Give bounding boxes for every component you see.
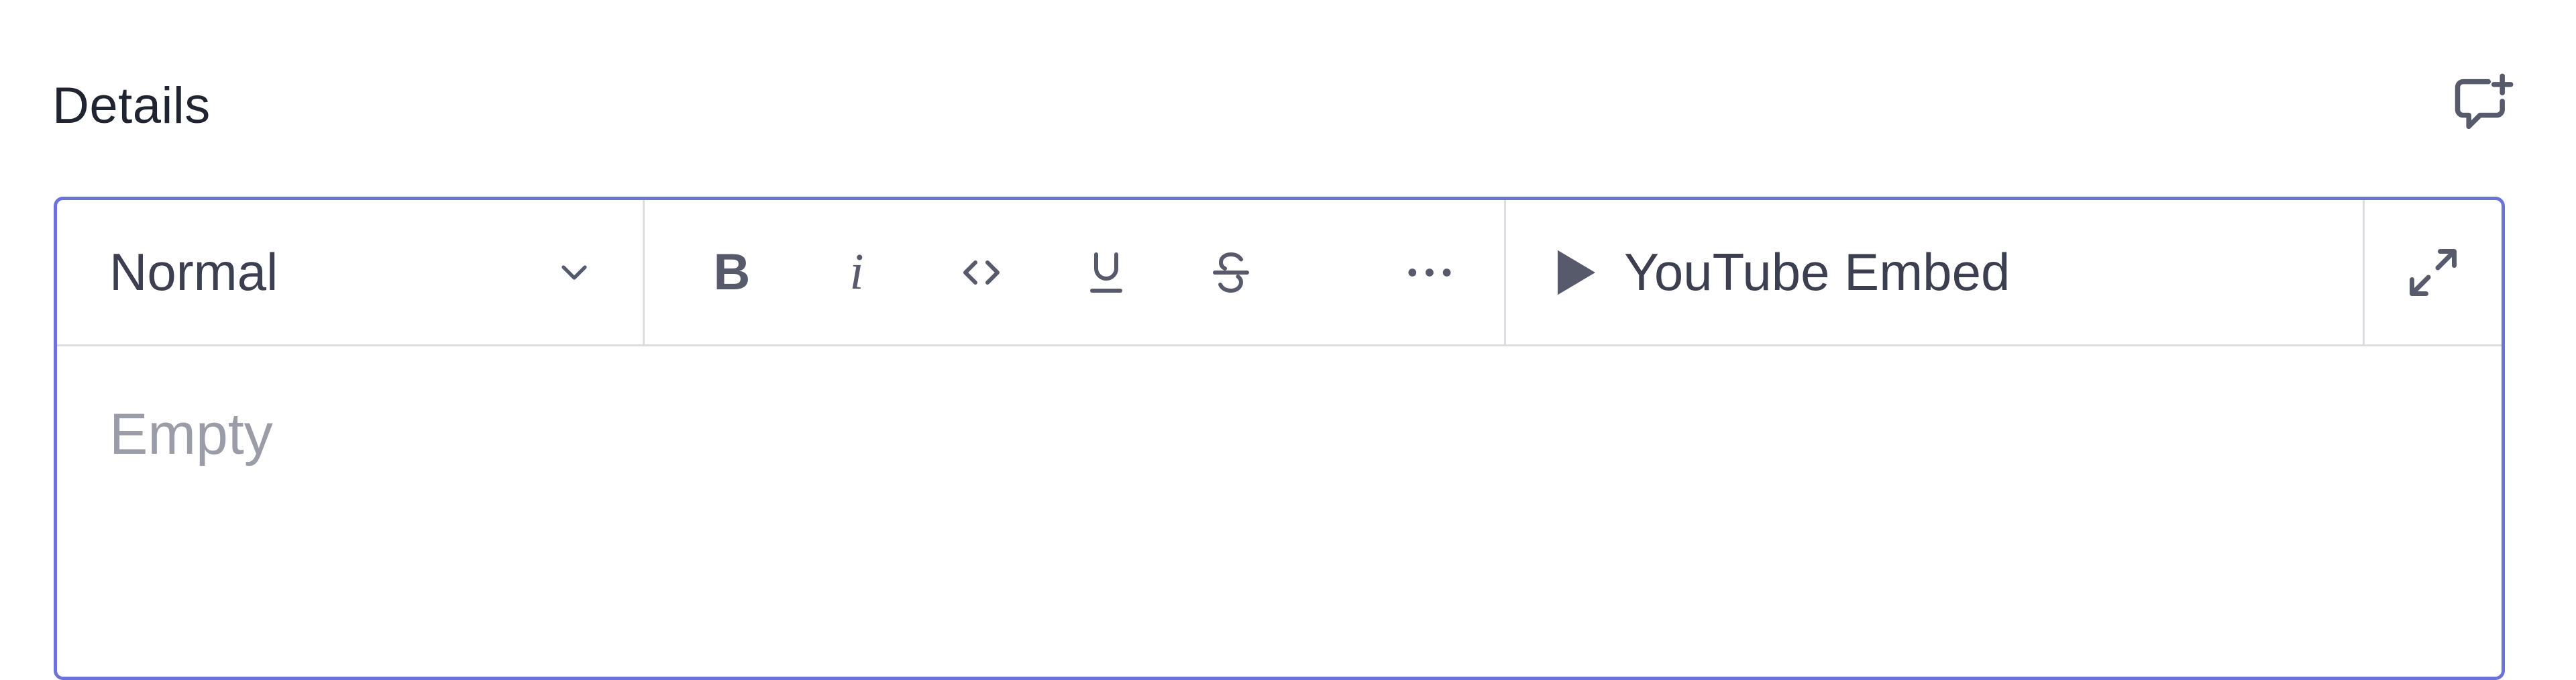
underline-button[interactable]: [1066, 232, 1146, 313]
more-options-button[interactable]: [1389, 232, 1470, 313]
add-comment-icon: [2455, 73, 2514, 130]
add-comment-button[interactable]: [2446, 67, 2520, 141]
strikethrough-icon: [1213, 252, 1249, 293]
strikethrough-button[interactable]: [1191, 232, 1271, 313]
field-label: Details: [52, 77, 211, 134]
rich-text-editor[interactable]: Normal B i YouTube Embed Empty: [54, 197, 2505, 680]
youtube-embed-label: YouTube Embed: [1624, 242, 2010, 301]
bold-button[interactable]: B: [692, 232, 772, 313]
editor-toolbar: Normal B i YouTube Embed: [57, 200, 2502, 346]
code-button[interactable]: [941, 232, 1022, 313]
fullscreen-button[interactable]: [2365, 200, 2502, 344]
text-style-value: Normal: [109, 242, 278, 301]
italic-button[interactable]: i: [816, 232, 897, 313]
editor-content[interactable]: Empty: [109, 401, 2449, 677]
editor-placeholder: Empty: [109, 402, 273, 467]
format-buttons: B i: [645, 200, 1506, 344]
more-horizontal-icon: [1408, 268, 1451, 277]
bold-icon: B: [713, 244, 751, 301]
chevron-down-icon: [561, 264, 587, 280]
youtube-embed-button[interactable]: YouTube Embed: [1506, 200, 2365, 344]
expand-icon: [2410, 248, 2457, 296]
details-field: Details Normal B i YouTube Embed Empty: [0, 0, 2576, 680]
field-header: Details: [52, 73, 2514, 141]
code-icon: [963, 260, 1000, 285]
play-icon: [1558, 250, 1595, 295]
underline-icon: [1090, 252, 1122, 293]
italic-icon: i: [849, 244, 864, 300]
text-style-select[interactable]: Normal: [57, 200, 645, 344]
